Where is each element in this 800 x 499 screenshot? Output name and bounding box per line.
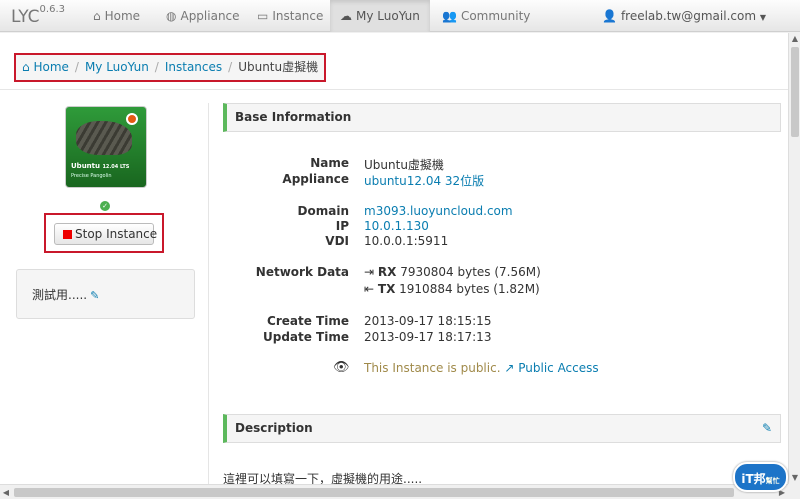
label-domain: Domain <box>297 204 349 218</box>
users-icon: 👥 <box>442 9 457 23</box>
tx-label: TX <box>377 282 396 296</box>
breadcrumb-sep: / <box>228 60 233 74</box>
vertical-scrollbar[interactable]: ▲ ▼ <box>788 33 800 484</box>
base-info-header: Base Information <box>223 103 781 132</box>
scroll-left-icon[interactable]: ◀ <box>0 485 12 499</box>
nav-home[interactable]: ⌂ Home <box>93 0 140 32</box>
description-title: Description <box>235 421 313 435</box>
thumb-title: Ubuntu <box>71 162 100 170</box>
breadcrumb-home[interactable]: Home <box>33 60 68 74</box>
public-text: This Instance is public. <box>364 361 501 375</box>
instance-note-text: 測試用..... <box>32 288 88 302</box>
top-navbar: LYC0.6.3 ⌂ Home ◍ Appliance ▭ Instance ☁ My … <box>0 0 800 32</box>
caret-down-icon: ▼ <box>759 13 766 22</box>
instance-note: 測試用..... ✎ <box>16 269 195 319</box>
user-menu[interactable]: 👤 freelab.tw@gmail.com ▼ <box>602 0 766 32</box>
label-update-time: Update Time <box>262 330 349 344</box>
edit-icon[interactable]: ✎ <box>90 289 99 302</box>
value-vdi: 10.0.0.1:5911 <box>364 234 449 248</box>
thumb-subtitle: Precise Pangolin <box>71 173 112 179</box>
label-network: Network Data <box>255 265 349 279</box>
eye-icon: 👁 <box>333 360 350 375</box>
nav-myluoyun-label: My LuoYun <box>356 9 420 23</box>
watermark-sub: 幫忙 <box>765 477 780 485</box>
instance-thumbnail: Ubuntu 12.04 LTS Precise Pangolin <box>65 106 147 188</box>
label-create-time: Create Time <box>267 314 349 328</box>
globe-icon: ◍ <box>166 9 177 23</box>
ok-circle-icon: ✓ <box>100 201 110 211</box>
scroll-down-icon[interactable]: ▼ <box>789 472 800 484</box>
brand-logo[interactable]: LYC0.6.3 <box>11 4 65 27</box>
breadcrumb-sep: / <box>154 60 159 74</box>
stop-instance-button[interactable]: Stop Instance <box>54 223 158 245</box>
public-access-label: Public Access <box>518 361 599 375</box>
breadcrumb-current: Ubuntu虛擬機 <box>238 60 319 74</box>
horizontal-scroll-thumb[interactable] <box>14 488 734 497</box>
user-email: freelab.tw@gmail.com <box>620 9 757 23</box>
nav-home-label: Home <box>104 9 141 23</box>
stop-highlight-box: Stop Instance <box>44 213 164 253</box>
nav-instance[interactable]: ▭ Instance <box>257 0 323 32</box>
value-create-time: 2013-09-17 18:15:15 <box>364 314 492 328</box>
horizontal-scrollbar[interactable]: ◀ ▶ <box>0 484 788 499</box>
pangolin-icon <box>76 121 132 155</box>
base-info-title: Base Information <box>235 110 352 124</box>
label-appliance: Appliance <box>282 172 349 186</box>
home-icon: ⌂ <box>93 9 101 23</box>
tx-icon: ⇤ <box>364 282 375 296</box>
user-icon: 👤 <box>602 9 618 23</box>
label-vdi: VDI <box>325 234 349 248</box>
nav-community[interactable]: 👥 Community <box>442 0 530 32</box>
breadcrumb-sep: / <box>74 60 79 74</box>
edit-description-icon[interactable]: ✎ <box>762 415 772 442</box>
breadcrumb: ⌂ Home / My LuoYun / Instances / Ubuntu虛擬機 <box>14 53 327 82</box>
description-header: Description ✎ <box>223 414 781 443</box>
value-update-time: 2013-09-17 18:17:13 <box>364 330 492 344</box>
rx-value: 7930804 bytes (7.56M) <box>400 265 541 279</box>
divider <box>0 89 788 90</box>
value-rx: ⇥ RX 7930804 bytes (7.56M) <box>364 265 541 279</box>
value-name: Ubuntu虛擬機 <box>364 158 444 172</box>
public-access-link[interactable]: ↗ Public Access <box>504 361 598 375</box>
cloud-icon: ☁ <box>340 9 352 23</box>
tx-value: 1910884 bytes (1.82M) <box>399 282 540 296</box>
stop-instance-label: Stop Instance <box>75 227 158 241</box>
nav-community-label: Community <box>460 9 531 23</box>
rx-label: RX <box>377 265 397 279</box>
nav-appliance-label: Appliance <box>180 9 240 23</box>
value-ip-link[interactable]: 10.0.1.130 <box>364 219 429 233</box>
breadcrumb-instances[interactable]: Instances <box>165 60 222 74</box>
stop-icon <box>63 230 72 239</box>
brand-version: 0.6.3 <box>39 4 65 16</box>
scroll-up-icon[interactable]: ▲ <box>789 33 800 45</box>
watermark-main: iT邦 <box>741 472 766 486</box>
brand-name: LYC <box>11 7 40 27</box>
label-ip: IP <box>335 219 349 233</box>
nav-appliance[interactable]: ◍ Appliance <box>166 0 240 32</box>
home-small-icon: ⌂ <box>22 60 30 74</box>
hdd-icon: ▭ <box>257 9 269 23</box>
ubuntu-logo-icon <box>126 113 138 125</box>
public-status: This Instance is public. ↗ Public Access <box>364 361 599 375</box>
page-content: ⌂ Home / My LuoYun / Instances / Ubuntu虛擬機 Ubu… <box>0 33 788 484</box>
nav-instance-label: Instance <box>272 9 324 23</box>
value-domain-link[interactable]: m3093.luoyuncloud.com <box>364 204 513 218</box>
label-name: Name <box>310 156 349 170</box>
breadcrumb-myluoyun[interactable]: My LuoYun <box>85 60 149 74</box>
thumb-version: 12.04 LTS <box>102 164 130 170</box>
rx-icon: ⇥ <box>364 265 375 279</box>
vertical-scroll-thumb[interactable] <box>791 47 799 137</box>
ithome-watermark-logo: iT邦幫忙 <box>733 462 788 492</box>
description-text: 這裡可以填寫一下，虛擬機的用途..... <box>223 472 423 484</box>
value-appliance-link[interactable]: ubuntu12.04 32位版 <box>364 172 484 189</box>
value-tx: ⇤ TX 1910884 bytes (1.82M) <box>364 282 540 296</box>
nav-myluoyun[interactable]: ☁ My LuoYun <box>330 0 430 32</box>
share-icon: ↗ <box>504 361 515 375</box>
